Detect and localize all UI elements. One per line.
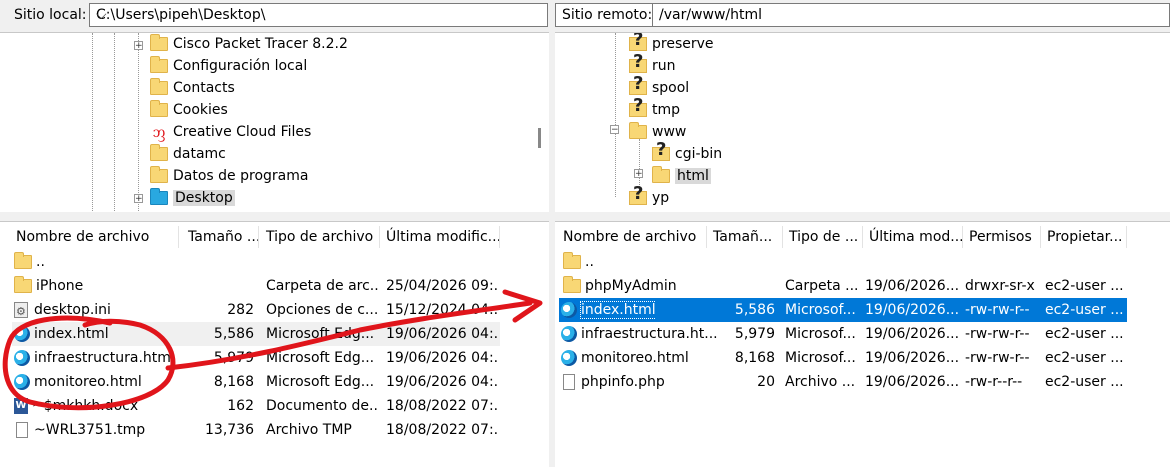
- folder-icon: [563, 276, 581, 293]
- column-header-owner[interactable]: Propietar...: [1043, 226, 1127, 248]
- table-row[interactable]: W ~$mkhkh.docx 162 Documento de... 18/08/…: [12, 394, 500, 418]
- column-header-size[interactable]: Tamañ...: [709, 226, 783, 248]
- edge-icon: [14, 326, 30, 342]
- desktop-folder-icon: [150, 188, 168, 205]
- column-header-modified[interactable]: Última mod...: [865, 226, 963, 248]
- shortcut-folder-icon: [150, 100, 168, 117]
- tree-item[interactable]: ? tmp: [629, 95, 680, 121]
- local-path-input[interactable]: C:\Users\pipeh\Desktop\ ⌵: [89, 3, 548, 27]
- table-row[interactable]: monitoreo.html 8,168 Microsof... 19/06/2…: [559, 346, 1127, 370]
- table-row[interactable]: phpMyAdmin Carpeta ... 19/06/2026... drw…: [559, 274, 1127, 298]
- unknown-folder-icon: ?: [629, 51, 647, 73]
- shortcut-folder-icon: [150, 56, 168, 73]
- word-icon: W: [14, 398, 28, 414]
- remote-path-bar: Sitio remoto: /var/www/html: [555, 0, 1170, 32]
- table-row-selected[interactable]: index.html 5,586 Microsof... 19/06/2026.…: [559, 298, 1127, 322]
- local-site-label: Sitio local:: [14, 7, 87, 23]
- table-row[interactable]: ~WRL3751.tmp 13,736 Archivo TMP 18/08/20…: [12, 418, 500, 442]
- unknown-folder-icon: ?: [629, 95, 647, 117]
- column-header-modified[interactable]: Última modific...: [382, 226, 500, 248]
- table-row[interactable]: phpinfo.php 20 Archivo ... 19/06/2026...…: [559, 370, 1127, 394]
- folder-icon: [629, 122, 647, 139]
- table-row[interactable]: infraestructura.ht... 5,979 Microsof... …: [559, 322, 1127, 346]
- column-header-name[interactable]: Nombre de archivo: [12, 226, 179, 248]
- tree-item[interactable]: datamc: [150, 143, 226, 165]
- tree-item[interactable]: Contacts: [150, 77, 235, 99]
- edge-icon: [14, 374, 30, 390]
- unknown-folder-icon: ?: [629, 183, 647, 205]
- tree-item[interactable]: ? cgi-bin: [652, 139, 722, 165]
- local-directory-tree: + Cisco Packet Tracer 8.2.2 Configuració…: [0, 32, 549, 213]
- creative-cloud-icon: ᦀ: [152, 122, 166, 141]
- column-header-size[interactable]: Tamaño ...: [184, 226, 259, 248]
- remote-path-value: /var/www/html: [659, 7, 763, 23]
- remote-site-label-box: Sitio remoto:: [555, 3, 653, 27]
- remote-directory-tree: ? preserve ? run ? spool ? tmp − www ? cgi-bi…: [555, 32, 1170, 213]
- tree-item-desktop[interactable]: Desktop: [150, 187, 235, 209]
- expand-icon[interactable]: +: [134, 41, 143, 51]
- expand-icon[interactable]: +: [634, 169, 643, 179]
- local-path-bar: Sitio local: C:\Users\pipeh\Desktop\ ⌵: [0, 0, 549, 32]
- collapse-icon[interactable]: −: [610, 125, 619, 135]
- folder-icon: [14, 276, 32, 293]
- tree-item[interactable]: Datos de programa: [150, 165, 308, 187]
- folder-icon: [14, 252, 32, 269]
- folder-icon: [652, 166, 670, 183]
- chevron-down-icon[interactable]: ⌵: [96, 7, 541, 23]
- table-row[interactable]: monitoreo.html 8,168 Microsoft Edg... 19…: [12, 370, 500, 394]
- edge-icon: [561, 326, 577, 342]
- table-row[interactable]: desktop.ini 282 Opciones de c... 15/12/2…: [12, 298, 500, 322]
- local-file-list: Nombre de archivo Tamaño ... Tipo de arc…: [0, 221, 549, 468]
- settings-file-icon: [14, 300, 28, 322]
- file-icon: [16, 422, 28, 438]
- tree-item-html[interactable]: html: [652, 165, 711, 187]
- remote-site-label: Sitio remoto:: [562, 7, 653, 23]
- horizontal-splitter[interactable]: [0, 212, 1170, 221]
- table-row[interactable]: index.html 5,586 Microsoft Edg... 19/06/…: [12, 322, 500, 346]
- table-row[interactable]: iPhone Carpeta de arc... 25/04/2026 09:.…: [12, 274, 500, 298]
- folder-icon: [150, 78, 168, 95]
- shortcut-folder-icon: [150, 166, 168, 183]
- tree-item[interactable]: Configuración local: [150, 55, 307, 77]
- expand-icon[interactable]: +: [134, 194, 143, 204]
- column-header-permissions[interactable]: Permisos: [965, 226, 1041, 248]
- column-header-type[interactable]: Tipo de ...: [785, 226, 863, 248]
- tree-item[interactable]: Cisco Packet Tracer 8.2.2: [150, 33, 348, 55]
- table-row[interactable]: ..: [12, 250, 500, 274]
- table-row[interactable]: infraestructura.html 5,979 Microsoft Edg…: [12, 346, 500, 370]
- edge-icon: [14, 350, 30, 366]
- unknown-folder-icon: ?: [652, 139, 670, 161]
- folder-icon: [150, 144, 168, 161]
- tree-item[interactable]: ? yp: [629, 183, 669, 209]
- file-icon: [563, 374, 575, 390]
- edge-icon: [561, 350, 577, 366]
- table-row[interactable]: ..: [559, 250, 1127, 274]
- column-header-type[interactable]: Tipo de archivo: [262, 226, 380, 248]
- column-header-name[interactable]: Nombre de archivo: [559, 226, 707, 248]
- edge-icon: [561, 302, 577, 318]
- unknown-folder-icon: ?: [629, 33, 647, 51]
- tree-item[interactable]: Cookies: [150, 99, 228, 121]
- scrollbar-thumb[interactable]: [538, 128, 541, 148]
- remote-path-input[interactable]: /var/www/html: [652, 3, 1170, 27]
- unknown-folder-icon: ?: [629, 73, 647, 95]
- tree-item[interactable]: ᦀ Creative Cloud Files: [150, 121, 312, 143]
- folder-icon: [150, 34, 168, 51]
- remote-file-list: Nombre de archivo Tamañ... Tipo de ... Ú…: [555, 221, 1170, 468]
- folder-icon: [563, 252, 581, 269]
